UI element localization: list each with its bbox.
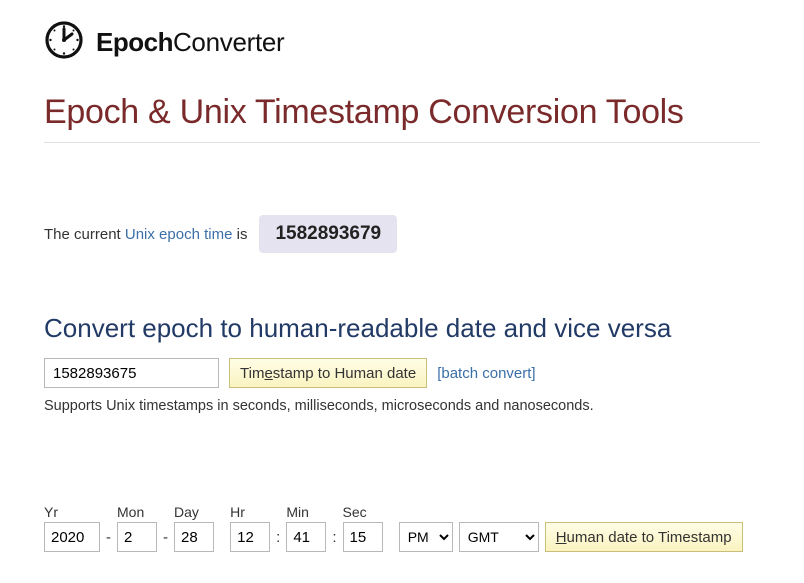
sep-dash: - [163, 529, 168, 552]
label-mon: Mon [117, 504, 157, 520]
year-input[interactable] [44, 522, 100, 552]
label-day: Day [174, 504, 214, 520]
label-yr: Yr [44, 504, 100, 520]
sep-dash: - [106, 529, 111, 552]
sep-colon: : [276, 529, 280, 552]
month-input[interactable] [117, 522, 157, 552]
current-epoch-text: The current Unix epoch time is [44, 226, 247, 243]
epoch-to-human-row: Timestamp to Human date [batch convert] [44, 358, 760, 388]
human-to-timestamp-button[interactable]: Human date to Timestamp [545, 522, 743, 552]
hour-input[interactable] [230, 522, 270, 552]
unix-epoch-time-link[interactable]: Unix epoch time [125, 226, 233, 243]
minute-input[interactable] [286, 522, 326, 552]
sep-space [389, 529, 393, 552]
second-input[interactable] [343, 522, 383, 552]
current-epoch-row: The current Unix epoch time is 158289367… [44, 215, 760, 253]
logo: EpochConverter [44, 20, 760, 65]
human-date-row: Yr - Mon - Day Hr : Min : Sec PM GMT Hum… [44, 504, 760, 552]
section-title-convert: Convert epoch to human-readable date and… [44, 313, 760, 344]
timezone-select[interactable]: GMT [459, 522, 539, 552]
support-note: Supports Unix timestamps in seconds, mil… [44, 398, 760, 414]
label-sec: Sec [343, 504, 383, 520]
timestamp-to-human-button[interactable]: Timestamp to Human date [229, 358, 427, 388]
page-title: Epoch & Unix Timestamp Conversion Tools [44, 93, 760, 132]
current-epoch-value: 1582893679 [259, 215, 397, 253]
logo-text: EpochConverter [96, 27, 284, 58]
ampm-select[interactable]: PM [399, 522, 453, 552]
divider [44, 142, 760, 143]
sep-colon: : [332, 529, 336, 552]
sep-space [220, 529, 224, 552]
epoch-input[interactable] [44, 358, 219, 388]
label-min: Min [286, 504, 326, 520]
clock-icon [44, 20, 84, 65]
batch-convert-link[interactable]: [batch convert] [437, 365, 535, 382]
label-hr: Hr [230, 504, 270, 520]
day-input[interactable] [174, 522, 214, 552]
